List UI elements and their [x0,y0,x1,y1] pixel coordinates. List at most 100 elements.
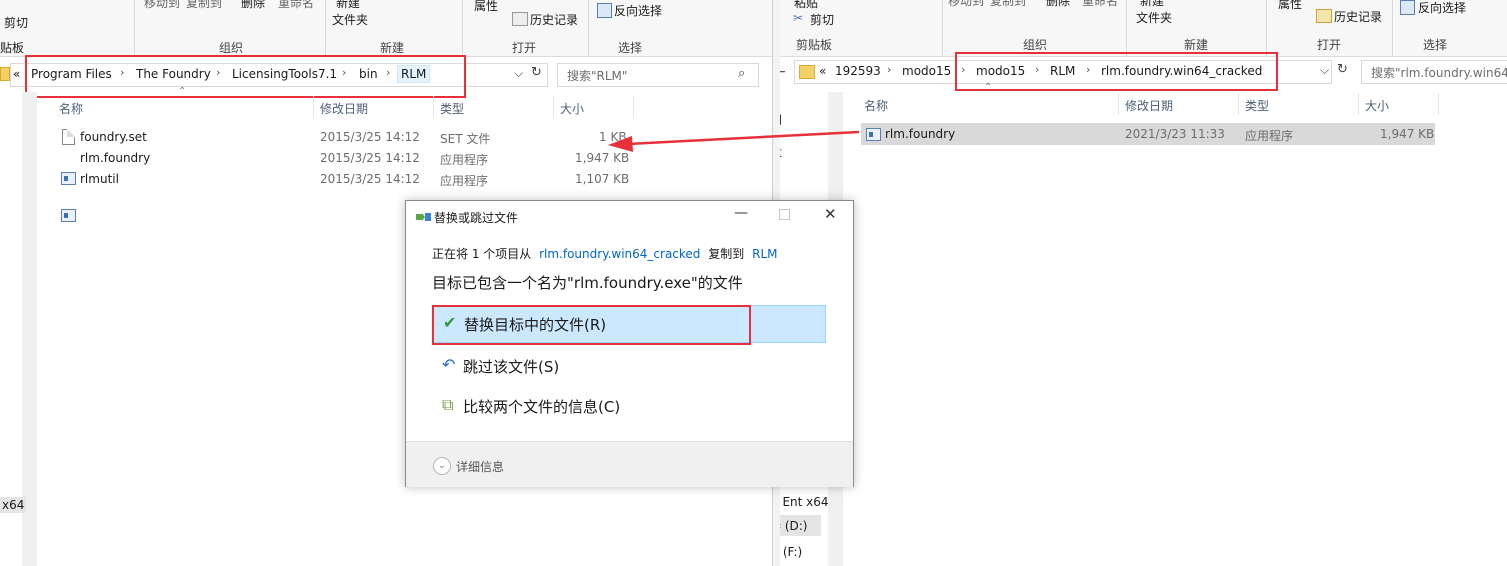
annotation-arrow [608,130,860,152]
annotation-box-replace [432,305,751,345]
copy-dest-link[interactable]: RLM [752,247,777,261]
dialog-heading: 目标已包含一个名为"rlm.foundry.exe"的文件 [432,274,743,292]
search-input[interactable]: 搜索"RLM" ⌕ [557,63,759,87]
column-divider[interactable] [1238,93,1239,115]
column-name[interactable]: 名称 [59,100,83,117]
cut-button[interactable]: 剪切 [810,11,834,28]
file-name[interactable]: foundry.set [80,130,147,144]
column-divider[interactable] [633,96,634,118]
move-to-button[interactable]: 移动到 [144,0,180,11]
file-type: 应用程序 [1245,129,1294,143]
nav-item-ent-x64[interactable]: 0 Ent x64 [780,495,829,509]
column-divider[interactable] [1118,93,1119,115]
history-button[interactable]: 历史记录 [530,11,578,28]
breadcrumb-modo15[interactable]: modo15 [902,64,951,78]
sort-chevron-icon: ⌃ [984,82,993,93]
organize-group-label: 组织 [219,41,244,55]
copy-to-button[interactable]: 复制到 [990,0,1026,9]
file-name[interactable]: rlm.foundry [885,127,955,141]
skip-file-option[interactable]: ↶ 跳过该文件(S) [433,347,826,385]
search-input[interactable]: 搜索"rlm.foundry.win64_... [1361,60,1507,84]
file-row-selected[interactable]: rlm.foundry 2021/3/23 11:33 应用程序 1,947 K… [861,123,1435,145]
breadcrumb-192593[interactable]: 192593 [835,64,881,78]
nav-item-drive-d[interactable]: 卷 (D:) [780,515,822,536]
new-group-label: 新建 [1184,38,1209,52]
column-type[interactable]: 类型 [440,100,464,117]
move-to-button[interactable]: 移动到 [948,0,984,9]
copy-info-prefix: 正在将 1 个项目从 [432,247,532,261]
refresh-icon[interactable]: ↻ [531,65,542,80]
column-divider[interactable] [433,96,434,118]
address-dropdown-icon[interactable]: ⌵ [514,66,523,81]
nav-pane-scrollbar[interactable] [22,92,37,566]
column-type[interactable]: 类型 [1245,97,1269,114]
delete-button[interactable]: 删除 [241,0,265,11]
column-divider[interactable] [553,96,554,118]
right-explorer-window: 粘贴 ✂ 剪切 剪贴板 移动到 复制到 删除 重命名 组织 新建 文件夹 新建 … [780,0,1507,566]
nav-item-drive-f[interactable]: 卷 (F:) [780,543,802,560]
right-ribbon: 粘贴 ✂ 剪切 剪贴板 移动到 复制到 删除 重命名 组织 新建 文件夹 新建 … [780,0,1507,57]
new-folder-line2[interactable]: 文件夹 [1136,9,1172,26]
close-button[interactable]: ✕ [824,205,837,223]
column-size[interactable]: 大小 [1365,97,1389,114]
open-group-label: 打开 [512,41,537,55]
search-placeholder: 搜索"RLM" [567,69,628,83]
clipboard-group-label: 贴板 [0,41,25,55]
compare-files-option[interactable]: ⧉ 比较两个文件的信息(C) [433,387,826,425]
new-folder-button[interactable]: 新建 [336,0,360,11]
nav-item-x64[interactable]: x64 [0,497,27,513]
properties-button[interactable]: 属性 [474,0,498,14]
file-name[interactable]: rlmutil [80,172,119,186]
replace-or-skip-dialog: 替换或跳过文件 — ✕ 正在将 1 个项目从 rlm.foundry.win64… [405,200,854,487]
file-date: 2015/3/25 14:12 [320,172,420,186]
folder-icon [0,67,10,81]
ribbon-divider [1392,0,1393,56]
address-overflow[interactable]: « [819,64,826,78]
refresh-icon[interactable]: ↻ [1337,62,1348,77]
invert-select-icon [597,3,612,18]
annotation-box-source-path [25,55,466,98]
minimize-button[interactable]: — [734,205,748,221]
rename-button[interactable]: 重命名 [1082,0,1118,9]
file-type: SET 文件 [440,132,491,146]
copy-dialog-icon [416,211,431,221]
maximize-button [779,209,790,220]
history-icon [512,12,528,26]
paste-button[interactable]: 粘贴 [794,0,818,11]
new-group-label: 新建 [380,41,405,55]
back-arrow-icon[interactable]: ← [780,64,786,80]
new-folder-button[interactable]: 新建 [1140,0,1164,9]
properties-button[interactable]: 属性 [1278,0,1302,12]
invert-select-button[interactable]: 反向选择 [614,2,662,19]
rename-button[interactable]: 重命名 [278,0,314,11]
delete-button[interactable]: 删除 [1046,0,1070,9]
column-date[interactable]: 修改日期 [320,100,368,117]
file-size: 1,947 KB [1380,127,1435,141]
history-button[interactable]: 历史记录 [1334,8,1382,25]
column-divider[interactable] [1438,93,1439,115]
select-group-label: 选择 [618,41,643,55]
skip-file-label: 跳过该文件(S) [463,358,560,376]
file-date: 2021/3/23 11:33 [1125,127,1225,141]
copy-source-link[interactable]: rlm.foundry.win64_cracked [539,247,700,261]
address-dropdown-icon[interactable]: ⌵ [1320,63,1329,78]
select-group-label: 选择 [1423,38,1448,52]
details-toggle[interactable]: 详细信息 [456,458,504,475]
address-overflow[interactable]: « [13,67,20,81]
column-divider[interactable] [1358,93,1359,115]
search-icon[interactable]: ⌕ [738,66,745,81]
cut-button[interactable]: 剪切 [4,14,28,31]
document-icon [62,129,75,145]
new-folder-line2[interactable]: 文件夹 [332,11,368,28]
file-name[interactable]: rlm.foundry [80,151,150,165]
column-divider[interactable] [313,96,314,118]
skip-arrow-icon: ↶ [442,355,456,374]
column-name[interactable]: 名称 [864,97,888,114]
copy-info-line: 正在将 1 个项目从 rlm.foundry.win64_cracked 复制到… [432,245,778,262]
column-size[interactable]: 大小 [560,100,584,117]
invert-select-button[interactable]: 反向选择 [1418,0,1466,16]
compare-icon: ⧉ [442,395,454,414]
copy-to-button[interactable]: 复制到 [186,0,222,11]
expand-details-icon[interactable]: ⌄ [433,457,451,475]
column-date[interactable]: 修改日期 [1125,97,1173,114]
